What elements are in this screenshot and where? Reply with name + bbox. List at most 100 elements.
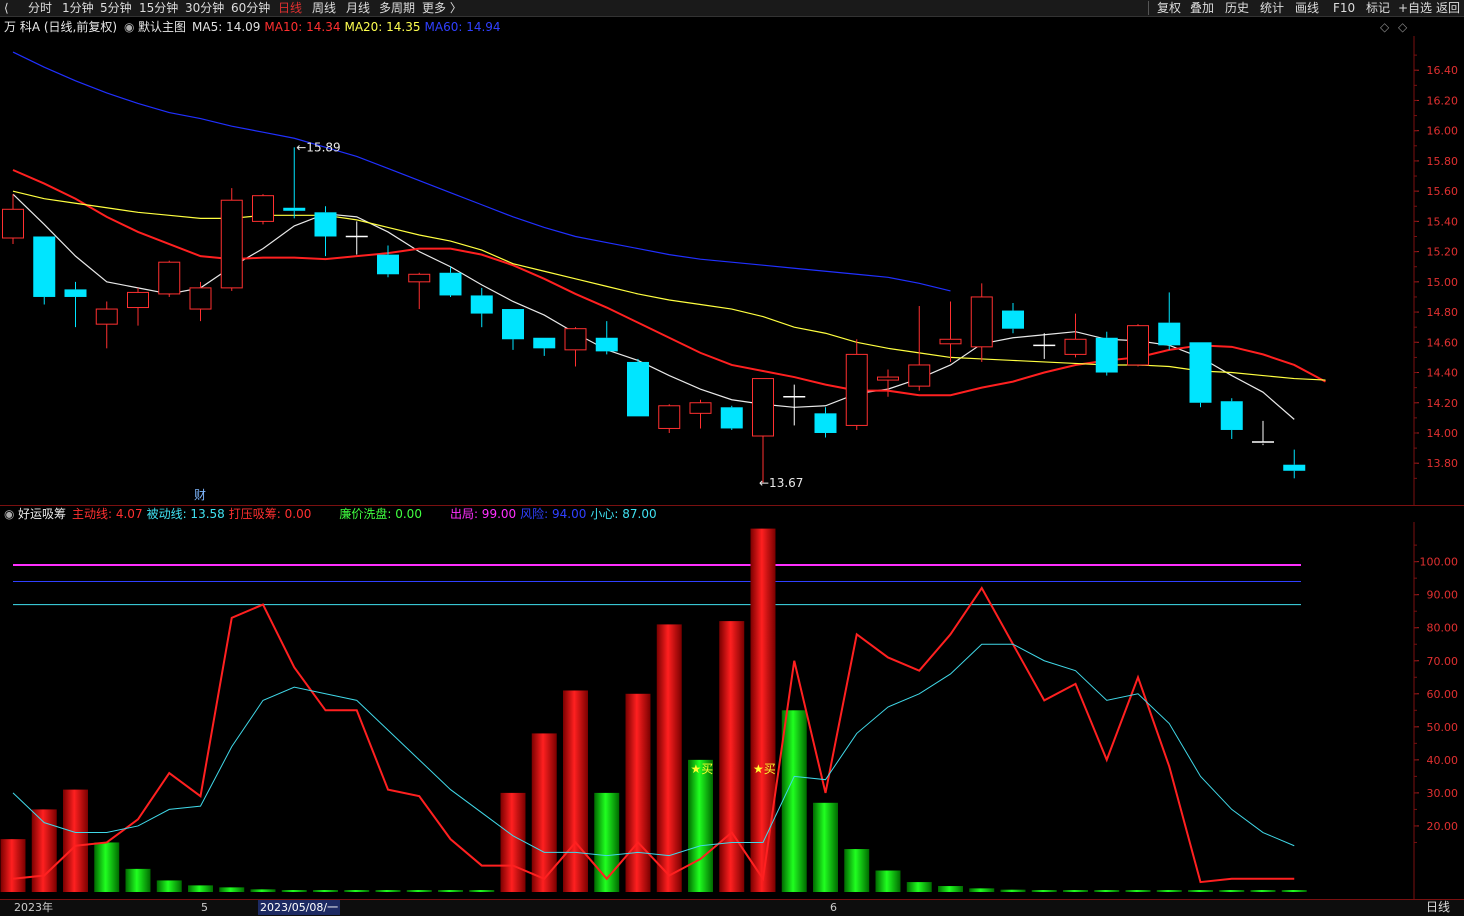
- volume-bar: [219, 887, 245, 892]
- volume-bar: [500, 792, 526, 892]
- template-dropdown-icon[interactable]: ◉: [124, 19, 134, 35]
- volume-bar: [719, 621, 745, 892]
- sub-y-axis-tick-label: 50.00: [1427, 721, 1459, 734]
- candle-body: [1064, 338, 1087, 355]
- history-button[interactable]: 历史: [1225, 0, 1249, 16]
- candle-body: [283, 207, 306, 211]
- volume-bar: [563, 690, 588, 892]
- toolbar-back-icon[interactable]: ⟨: [4, 0, 18, 16]
- candle-body: [689, 402, 712, 414]
- tab-period-60min[interactable]: 60分钟: [231, 0, 270, 16]
- y-axis-tick-label: 15.00: [1427, 276, 1459, 289]
- tab-period-1min[interactable]: 1分钟: [62, 0, 94, 16]
- ma-legend-item: MA60: 14.94: [424, 20, 501, 34]
- period-indicator[interactable]: 日线: [1426, 900, 1450, 915]
- add-watchlist-button[interactable]: +自选: [1398, 0, 1432, 16]
- ma-legend-group: MA5: 14.09 MA10: 14.34 MA20: 14.35 MA60: 14…: [192, 19, 505, 35]
- volume-bar: [469, 890, 495, 892]
- volume-bar: [1188, 890, 1213, 892]
- template-name[interactable]: 默认主图: [138, 19, 186, 35]
- tab-period-fenshi[interactable]: 分时: [28, 0, 52, 16]
- tab-period-daily[interactable]: 日线: [278, 0, 302, 16]
- tab-period-5min[interactable]: 5分钟: [100, 0, 132, 16]
- y-axis-tick-label: 14.20: [1427, 397, 1459, 410]
- diamond-icon[interactable]: ◇: [1380, 19, 1389, 35]
- volume-bar: [1281, 890, 1307, 892]
- date-label-year: 2023年: [14, 901, 53, 914]
- collapse-icon[interactable]: ◇: [1398, 19, 1407, 35]
- volume-bar: [938, 886, 963, 892]
- tab-multi-period[interactable]: 多周期: [379, 0, 415, 16]
- sub-y-axis-tick-label: 60.00: [1427, 688, 1459, 701]
- y-axis-tick-label: 13.80: [1427, 457, 1459, 470]
- indicator-name[interactable]: 好运吸筹: [18, 506, 66, 522]
- f10-button[interactable]: F10: [1333, 0, 1355, 16]
- volume-bar: [188, 885, 213, 892]
- overlay-button[interactable]: 叠加: [1190, 0, 1214, 16]
- candle-body: [939, 338, 962, 345]
- candle-body: [1002, 310, 1024, 329]
- indicator-legend-item: 小心: 87.00: [590, 507, 657, 521]
- volume-bar: [1219, 890, 1245, 892]
- stock-title[interactable]: 万 科A (日线,前复权): [4, 19, 117, 35]
- fuquan-button[interactable]: 复权: [1157, 0, 1181, 16]
- indicator-menu-icon[interactable]: ◉: [4, 506, 14, 522]
- candle-body: [814, 413, 837, 433]
- date-label-june: 6: [830, 901, 837, 914]
- candle-body: [1127, 325, 1149, 366]
- candle-body: [970, 296, 993, 348]
- volume-bar: [375, 890, 401, 892]
- volume-bar: [781, 710, 807, 892]
- toolbar-separator: [1148, 1, 1149, 15]
- sub-y-axis-tick-label: 20.00: [1427, 820, 1459, 833]
- low-price-label: ←13.67: [759, 476, 803, 490]
- indicator-chart[interactable]: 20.00 30.00 40.00 50.00 60.00 70.00 80.00 90.00…: [0, 522, 1464, 899]
- candle-body: [470, 295, 493, 314]
- y-axis-tick-label: 16.40: [1427, 64, 1459, 77]
- y-axis-tick-label: 15.40: [1427, 215, 1459, 228]
- crosshair-date-label: 2023/05/08/一: [258, 900, 341, 915]
- volume-bar: [344, 890, 370, 892]
- ma-legend-item: MA20: 14.35: [344, 20, 421, 34]
- candle-body: [720, 407, 743, 429]
- volume-bar: [156, 880, 182, 892]
- candle-body: [1220, 401, 1243, 430]
- tab-period-30min[interactable]: 30分钟: [185, 0, 224, 16]
- period-toolbar: ⟨ 分时 1分钟 5分钟 15分钟 30分钟 60分钟 日线 周线 月线 多周期…: [0, 0, 1464, 17]
- volume-bar: [1063, 890, 1088, 892]
- y-axis-tick-label: 16.20: [1427, 94, 1459, 107]
- candle-body: [627, 361, 649, 417]
- tab-period-weekly[interactable]: 周线: [312, 0, 336, 16]
- buy-signal-label: ★买: [691, 762, 714, 776]
- volume-bar: [1094, 890, 1120, 892]
- candle-body: [658, 405, 681, 429]
- volume-bar: [1031, 890, 1057, 892]
- indicator-legend-item: 打压吸筹: 0.00: [228, 507, 312, 521]
- stats-button[interactable]: 统计: [1260, 0, 1284, 16]
- draw-line-button[interactable]: 画线: [1295, 0, 1319, 16]
- volume-bar: [313, 890, 338, 892]
- candlestick-chart[interactable]: 13.80 14.00 14.20 14.40 14.60 14.80 15.00 15.20…: [0, 36, 1464, 505]
- tab-period-15min[interactable]: 15分钟: [139, 0, 178, 16]
- candle-body: [33, 236, 56, 297]
- volume-bar: [0, 839, 26, 892]
- candle-body: [502, 309, 524, 340]
- mark-button[interactable]: 标记: [1366, 0, 1390, 16]
- sub-y-axis-tick-label: 30.00: [1427, 787, 1459, 800]
- candle-body: [64, 289, 87, 297]
- candle-body: [377, 254, 399, 275]
- candle-body: [595, 337, 618, 352]
- candle-body: [1283, 464, 1306, 471]
- volume-bar: [94, 842, 120, 892]
- return-button[interactable]: 返回: [1436, 0, 1460, 16]
- candle-body: [2, 208, 24, 239]
- y-axis-tick-label: 14.00: [1427, 427, 1459, 440]
- candle-body: [220, 199, 243, 289]
- volume-bar: [125, 868, 151, 892]
- tab-more[interactable]: 更多 〉: [422, 0, 462, 16]
- date-label-may: 5: [201, 901, 208, 914]
- high-price-label: ←15.89: [296, 140, 340, 154]
- candle-body: [845, 353, 868, 426]
- tab-period-monthly[interactable]: 月线: [346, 0, 370, 16]
- volume-bar: [656, 624, 682, 892]
